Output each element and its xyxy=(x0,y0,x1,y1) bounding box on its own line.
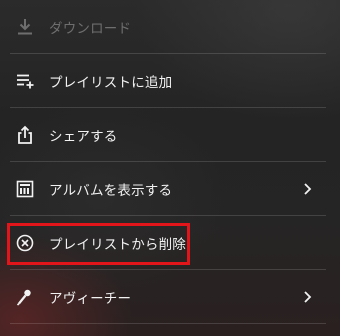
menu-item-label: アヴィーチー xyxy=(49,291,132,307)
menu-item-label: ダウンロード xyxy=(49,21,132,37)
album-icon xyxy=(14,178,36,200)
share-icon xyxy=(14,124,36,146)
artist-mic-icon xyxy=(14,286,36,308)
menu-item-label: プレイリストから削除 xyxy=(49,237,186,253)
menu-item-label: アルバムを表示する xyxy=(49,183,173,199)
menu-item-share[interactable]: シェアする xyxy=(0,108,340,162)
menu-item-remove-from-playlist[interactable]: プレイリストから削除 xyxy=(0,216,340,270)
download-icon xyxy=(14,16,36,38)
menu-item-download: ダウンロード xyxy=(0,0,340,54)
menu-item-label: プレイリストに追加 xyxy=(49,75,173,91)
menu-item-label: シェアする xyxy=(49,129,118,145)
menu-item-add-to-playlist[interactable]: プレイリストに追加 xyxy=(0,54,340,108)
track-context-menu: ダウンロード プレイリストに追加 シェアする アルバムを表示する プレイリストか… xyxy=(0,0,340,336)
menu-item-view-album[interactable]: アルバムを表示する xyxy=(0,162,340,216)
remove-circle-icon xyxy=(14,232,36,254)
add-to-playlist-icon xyxy=(14,70,36,92)
chevron-right-icon xyxy=(302,290,312,304)
divider xyxy=(10,323,326,324)
chevron-right-icon xyxy=(302,182,312,196)
menu-item-artist[interactable]: アヴィーチー xyxy=(0,270,340,324)
